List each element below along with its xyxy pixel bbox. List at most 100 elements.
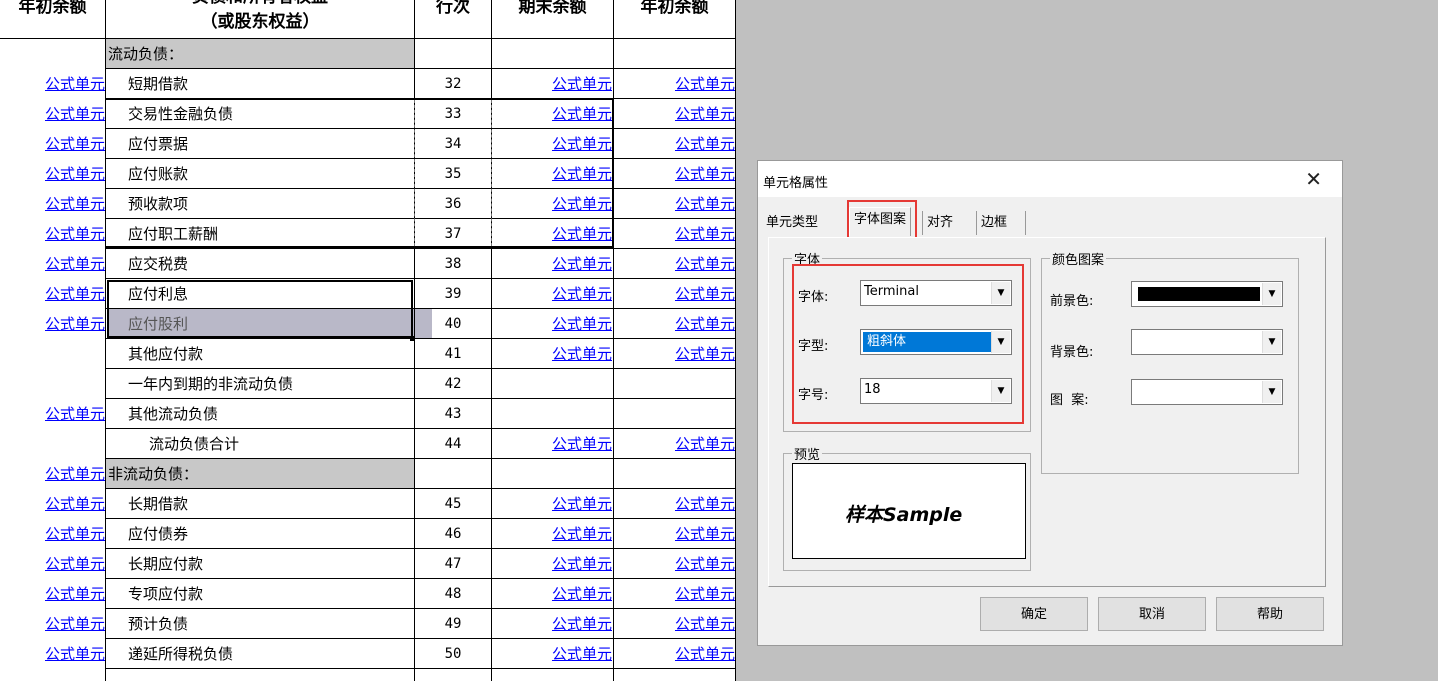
cell-begin-balance-text[interactable]: 公式单元 xyxy=(45,195,105,213)
cell-item-name[interactable]: 短期借款 xyxy=(128,69,413,99)
cell-item-name[interactable]: 长期应付款 xyxy=(128,549,413,579)
cell-begin-balance-text[interactable]: 公式单元 xyxy=(45,255,105,273)
cell-begin-balance-2[interactable]: 公式单元 xyxy=(614,309,735,339)
cell-line-no[interactable]: 32 xyxy=(415,69,491,99)
cell-begin-balance-2-text[interactable]: 公式单元 xyxy=(675,255,735,273)
cell-item-name[interactable]: 其他应付款 xyxy=(128,339,413,369)
cell-item-name[interactable]: 递延所得税负债 xyxy=(128,639,413,669)
cell-begin-balance-2-text[interactable]: 公式单元 xyxy=(675,435,735,453)
cell-item-name[interactable]: 长期借款 xyxy=(128,489,413,519)
cell-item-name[interactable]: 预计负债 xyxy=(128,609,413,639)
cell-end-balance[interactable]: 公式单元 xyxy=(492,339,612,369)
cell-begin-balance-2[interactable]: 公式单元 xyxy=(614,639,735,669)
cell-end-balance[interactable]: 公式单元 xyxy=(492,639,612,669)
cell-begin-balance-2-text[interactable]: 公式单元 xyxy=(675,645,735,663)
cell-item-name[interactable]: 非流动负债： xyxy=(106,459,414,489)
cell-end-balance[interactable]: 公式单元 xyxy=(492,549,612,579)
cell-line-no[interactable]: 41 xyxy=(415,339,491,369)
cell-begin-balance[interactable] xyxy=(0,39,106,69)
cell-begin-balance-text[interactable]: 公式单元 xyxy=(45,615,105,633)
pattern-select[interactable]: ▼ xyxy=(1131,379,1283,405)
cell-begin-balance[interactable]: 公式单元 xyxy=(0,579,106,609)
cell-begin-balance-text[interactable]: 公式单元 xyxy=(45,225,105,243)
cell-begin-balance-2[interactable]: 公式单元 xyxy=(614,249,735,279)
cell-end-balance[interactable]: 公式单元 xyxy=(492,249,612,279)
cell-begin-balance[interactable]: 公式单元 xyxy=(0,159,106,189)
cell-line-no[interactable]: 43 xyxy=(415,399,491,429)
cell-line-no[interactable] xyxy=(415,39,491,69)
cell-begin-balance-2-text[interactable]: 公式单元 xyxy=(675,315,735,333)
cell-begin-balance-2[interactable]: 公式单元 xyxy=(614,69,735,99)
bg-color-select[interactable]: ▼ xyxy=(1131,329,1283,355)
help-button[interactable]: 帮助 xyxy=(1216,597,1324,631)
cell-end-balance-text[interactable]: 公式单元 xyxy=(552,255,612,273)
cell-begin-balance[interactable]: 公式单元 xyxy=(0,609,106,639)
cell-begin-balance-text[interactable]: 公式单元 xyxy=(45,525,105,543)
cell-line-no[interactable]: 45 xyxy=(415,489,491,519)
cell-begin-balance-2-text[interactable]: 公式单元 xyxy=(675,105,735,123)
cell-begin-balance[interactable]: 公式单元 xyxy=(0,309,106,339)
cell-end-balance[interactable]: 公式单元 xyxy=(492,429,612,459)
cell-begin-balance[interactable]: 公式单元 xyxy=(0,129,106,159)
cell-begin-balance-2-text[interactable]: 公式单元 xyxy=(675,525,735,543)
cell-begin-balance[interactable] xyxy=(0,339,106,369)
cell-end-balance-text[interactable]: 公式单元 xyxy=(552,435,612,453)
cell-begin-balance-text[interactable]: 公式单元 xyxy=(45,135,105,153)
cell-line-no[interactable]: 39 xyxy=(415,279,491,309)
cell-end-balance[interactable]: 公式单元 xyxy=(492,309,612,339)
cell-begin-balance-text[interactable]: 公式单元 xyxy=(45,315,105,333)
cell-begin-balance-2-text[interactable]: 公式单元 xyxy=(675,585,735,603)
cell-begin-balance[interactable]: 公式单元 xyxy=(0,639,106,669)
cell-item-name[interactable]: 流动负债： xyxy=(106,39,414,69)
cell-begin-balance[interactable] xyxy=(0,369,106,399)
cell-begin-balance[interactable]: 公式单元 xyxy=(0,549,106,579)
cell-begin-balance-text[interactable]: 公式单元 xyxy=(45,75,105,93)
cell-line-no[interactable]: 38 xyxy=(415,249,491,279)
cell-begin-balance-2[interactable] xyxy=(614,39,735,69)
cell-end-balance[interactable] xyxy=(492,369,612,399)
cell-item-name[interactable]: 应付债券 xyxy=(128,519,413,549)
chevron-down-icon[interactable]: ▼ xyxy=(1262,283,1281,305)
tab-alignment[interactable]: 对齐 xyxy=(922,211,957,235)
cell-end-balance[interactable]: 公式单元 xyxy=(492,609,612,639)
cell-end-balance-text[interactable]: 公式单元 xyxy=(552,555,612,573)
tab-border[interactable]: 边框 xyxy=(976,211,1027,235)
cell-end-balance[interactable]: 公式单元 xyxy=(492,519,612,549)
cell-end-balance[interactable]: 公式单元 xyxy=(492,279,612,309)
cell-begin-balance-2-text[interactable]: 公式单元 xyxy=(675,135,735,153)
cell-begin-balance-text[interactable]: 公式单元 xyxy=(45,405,105,423)
cell-line-no[interactable] xyxy=(415,459,491,489)
cell-end-balance-text[interactable]: 公式单元 xyxy=(552,285,612,303)
cell-begin-balance-2[interactable]: 公式单元 xyxy=(614,159,735,189)
close-icon[interactable]: ✕ xyxy=(1305,167,1322,191)
cell-begin-balance-text[interactable]: 公式单元 xyxy=(45,105,105,123)
cell-begin-balance-2-text[interactable]: 公式单元 xyxy=(675,75,735,93)
cell-end-balance-text[interactable]: 公式单元 xyxy=(552,345,612,363)
cell-begin-balance-2-text[interactable]: 公式单元 xyxy=(675,345,735,363)
cell-end-balance[interactable]: 公式单元 xyxy=(492,489,612,519)
cell-begin-balance-2[interactable]: 公式单元 xyxy=(614,429,735,459)
fill-handle[interactable] xyxy=(410,336,415,341)
cell-begin-balance-text[interactable]: 公式单元 xyxy=(45,555,105,573)
cell-line-no[interactable]: 46 xyxy=(415,519,491,549)
cell-end-balance-text[interactable]: 公式单元 xyxy=(552,315,612,333)
dialog-titlebar[interactable]: 单元格属性 ✕ xyxy=(758,161,1342,197)
cell-begin-balance-2-text[interactable]: 公式单元 xyxy=(675,555,735,573)
cell-item-name[interactable]: 其他流动负债 xyxy=(128,399,413,429)
chevron-down-icon[interactable]: ▼ xyxy=(1262,381,1281,403)
cell-line-no[interactable]: 40 xyxy=(415,309,491,339)
cell-begin-balance-2[interactable]: 公式单元 xyxy=(614,489,735,519)
cell-begin-balance-2-text[interactable]: 公式单元 xyxy=(675,495,735,513)
ok-button[interactable]: 确定 xyxy=(980,597,1088,631)
cell-item-name[interactable]: 应交税费 xyxy=(128,249,413,279)
chevron-down-icon[interactable]: ▼ xyxy=(1262,331,1281,353)
cell-begin-balance[interactable]: 公式单元 xyxy=(0,219,106,249)
cell-end-balance-text[interactable]: 公式单元 xyxy=(552,525,612,543)
cell-end-balance-text[interactable]: 公式单元 xyxy=(552,645,612,663)
cell-begin-balance-2[interactable]: 公式单元 xyxy=(614,579,735,609)
cell-begin-balance[interactable]: 公式单元 xyxy=(0,489,106,519)
cell-line-no[interactable]: 48 xyxy=(415,579,491,609)
cell-end-balance[interactable]: 公式单元 xyxy=(492,579,612,609)
cell-begin-balance[interactable]: 公式单元 xyxy=(0,459,106,489)
cell-end-balance-text[interactable]: 公式单元 xyxy=(552,495,612,513)
